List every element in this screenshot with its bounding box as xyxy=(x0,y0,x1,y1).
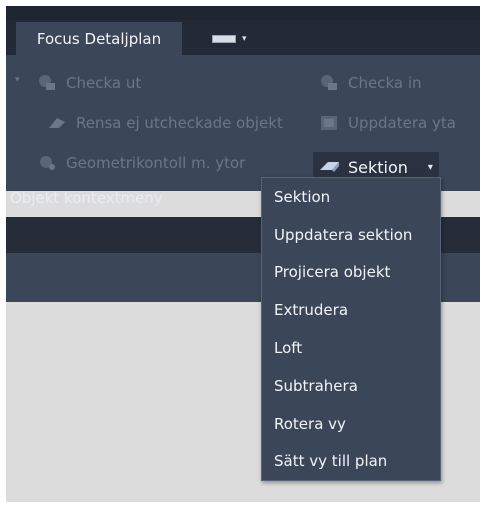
title-strip xyxy=(6,6,480,20)
menu-item-satt-vy-till-plan[interactable]: Sätt vy till plan xyxy=(262,443,440,481)
sektion-label: Sektion xyxy=(348,157,408,177)
checka-in-label: Checka in xyxy=(348,74,422,92)
chevron-down-icon[interactable]: ▾ xyxy=(422,162,439,173)
geometrikontroll-button[interactable]: Geometrikontoll m. ytor xyxy=(36,149,245,177)
checka-ut-label: Checka ut xyxy=(66,74,142,92)
window-icon xyxy=(212,35,236,43)
ribbon-tab-bar: Focus Detaljplan ▾ xyxy=(6,20,480,55)
uppdatera-yta-label: Uppdatera yta xyxy=(348,114,456,132)
tab-label: Focus Detaljplan xyxy=(36,29,162,48)
menu-item-subtrahera[interactable]: Subtrahera xyxy=(262,367,440,405)
menu-item-loft[interactable]: Loft xyxy=(262,329,440,367)
expand-arrow-icon[interactable]: ▾ xyxy=(15,75,20,85)
section-icon xyxy=(319,158,341,177)
application-window: Focus Detaljplan ▾ ▾ Checka ut Checka in… xyxy=(6,6,480,502)
window-dropdown[interactable]: ▾ xyxy=(212,34,254,44)
geometry-check-icon xyxy=(36,154,58,172)
menu-item-rotera-vy[interactable]: Rotera vy xyxy=(262,405,440,443)
ribbon-panel: ▾ Checka ut Checka in Rensa ej utcheckad… xyxy=(6,55,480,191)
uppdatera-yta-button[interactable]: Uppdatera yta xyxy=(318,109,456,137)
menu-item-projicera-objekt[interactable]: Projicera objekt xyxy=(262,254,440,292)
tab-focus-detaljplan[interactable]: Focus Detaljplan xyxy=(16,22,182,55)
eraser-icon xyxy=(46,114,68,132)
check-out-icon xyxy=(36,74,58,92)
menu-item-extrudera[interactable]: Extrudera xyxy=(262,291,440,329)
menu-item-sektion[interactable]: Sektion xyxy=(262,178,440,216)
rensa-button[interactable]: Rensa ej utcheckade objekt xyxy=(46,109,283,137)
geometrikontroll-label: Geometrikontoll m. ytor xyxy=(66,154,246,172)
sektion-dropdown-menu: Sektion Uppdatera sektion Projicera obje… xyxy=(261,177,441,481)
sektion-button[interactable]: Sektion xyxy=(313,158,422,177)
checka-in-button[interactable]: Checka in xyxy=(318,69,422,97)
check-in-icon xyxy=(318,74,340,92)
rensa-label: Rensa ej utcheckade objekt xyxy=(76,114,283,132)
panel-title: Objekt kontextmeny xyxy=(10,189,163,207)
menu-item-uppdatera-sektion[interactable]: Uppdatera sektion xyxy=(262,216,440,254)
update-area-icon xyxy=(318,114,340,132)
checka-ut-button[interactable]: Checka ut xyxy=(36,69,141,97)
chevron-down-icon: ▾ xyxy=(242,34,247,44)
